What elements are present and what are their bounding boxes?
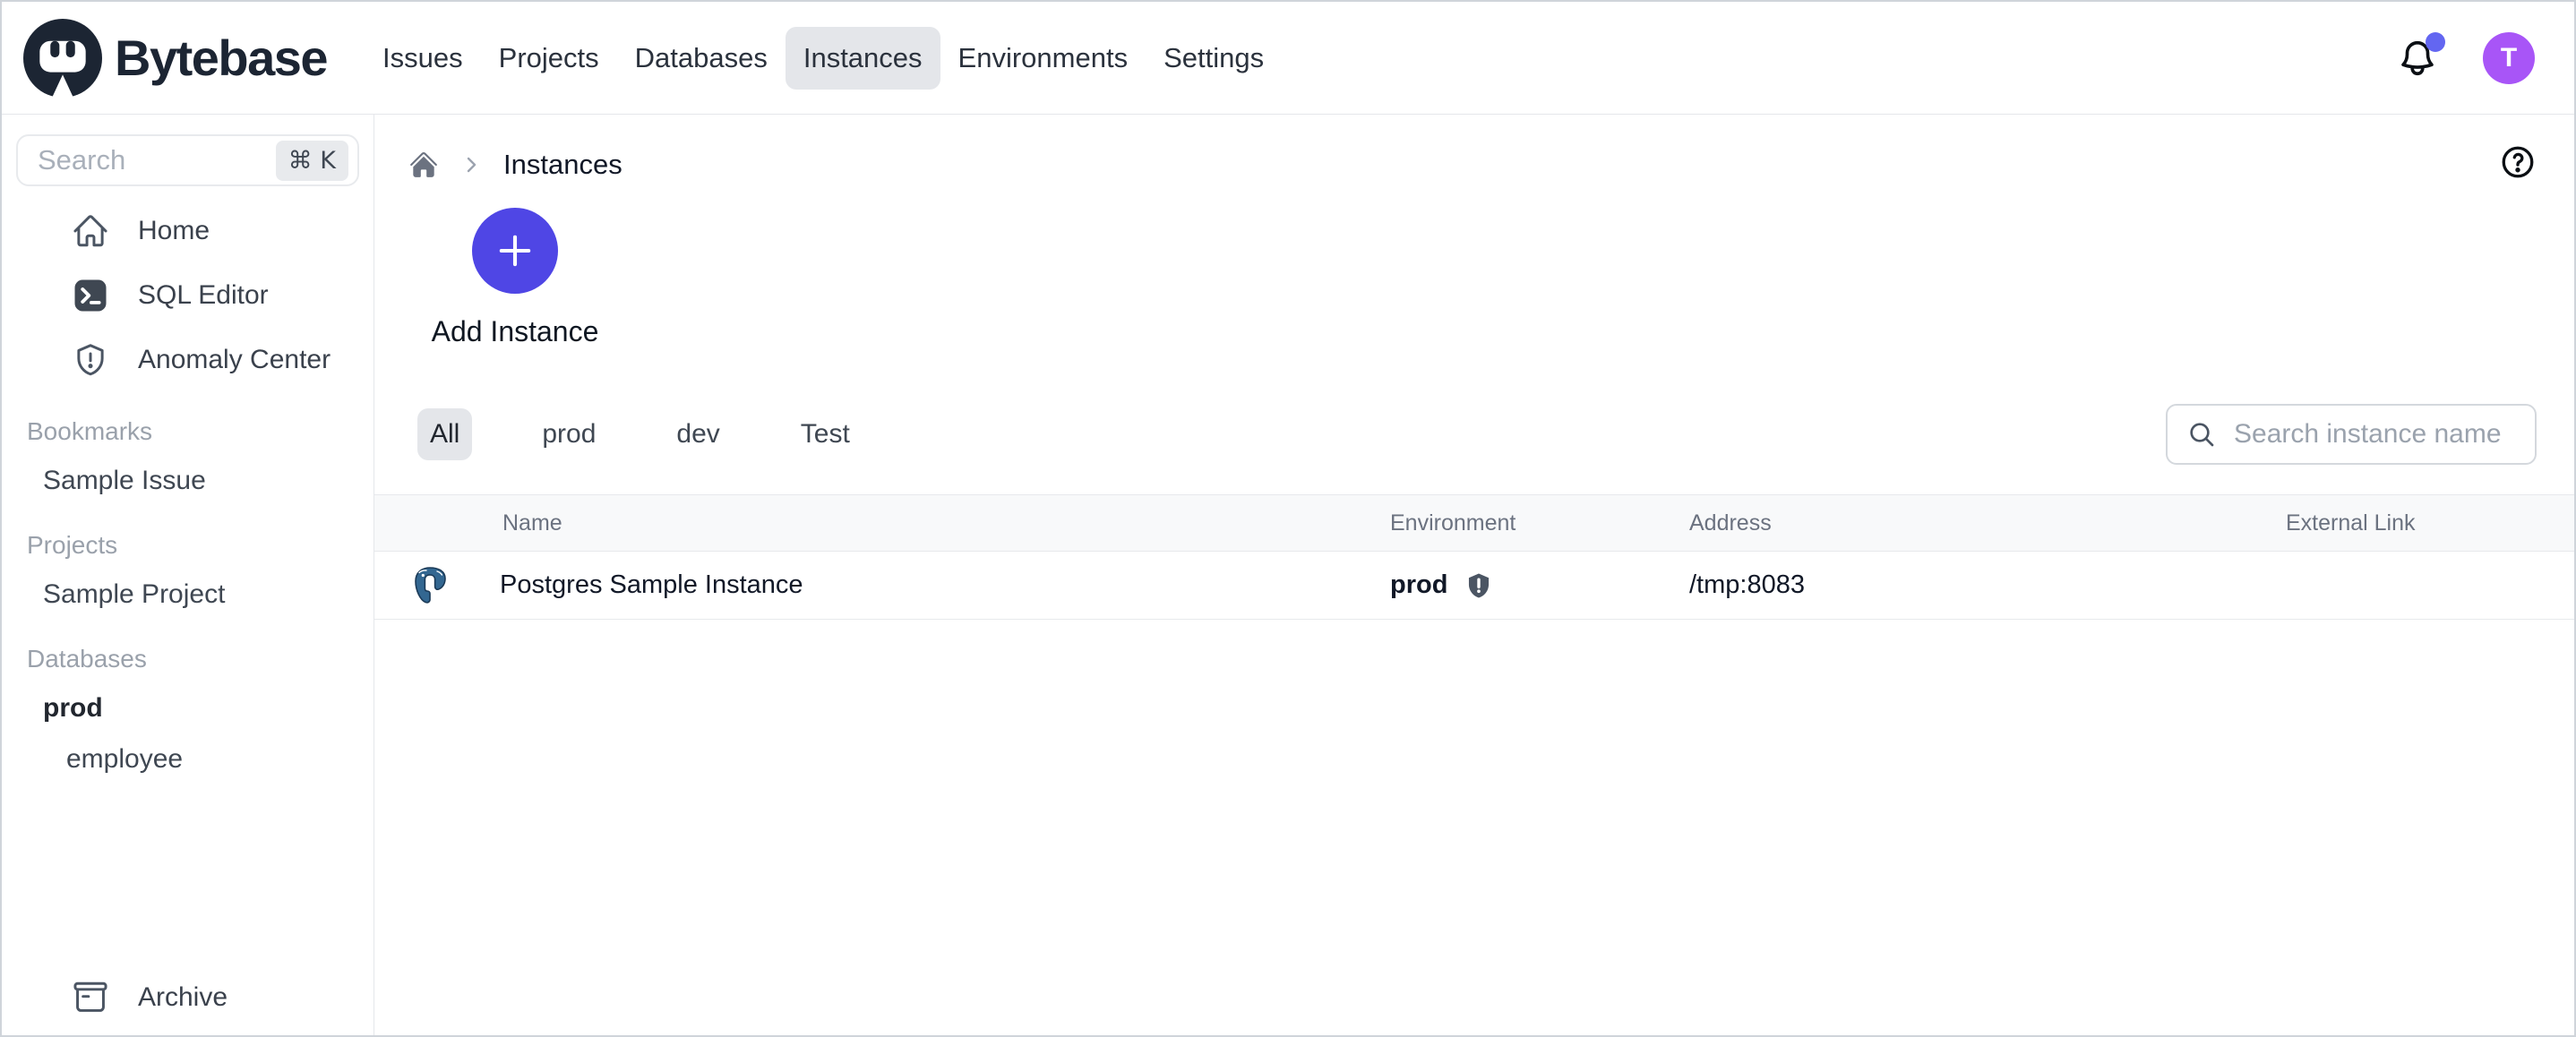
nav-instances[interactable]: Instances bbox=[786, 27, 940, 90]
nav-databases[interactable]: Databases bbox=[617, 27, 786, 90]
environment-name: prod bbox=[1390, 570, 1447, 600]
nav-issues[interactable]: Issues bbox=[365, 27, 481, 90]
add-instance-block: Add Instance bbox=[407, 208, 623, 348]
home-icon bbox=[72, 212, 109, 250]
nav-settings[interactable]: Settings bbox=[1146, 27, 1282, 90]
shield-alert-icon bbox=[72, 341, 109, 379]
search-shortcut-keycap: ⌘ K bbox=[276, 141, 348, 181]
instance-address-cell: /tmp:8083 bbox=[1689, 570, 2286, 600]
sidebar-section-databases: Databases bbox=[2, 636, 374, 682]
sidebar-section-projects: Projects bbox=[2, 522, 374, 569]
add-instance-button[interactable] bbox=[472, 208, 558, 294]
bytebase-logo-icon bbox=[23, 19, 102, 98]
env-tab-prod[interactable]: prod bbox=[531, 408, 606, 460]
instance-name: Postgres Sample Instance bbox=[500, 570, 803, 600]
postgresql-icon bbox=[412, 566, 448, 605]
sidebar-search-placeholder: Search bbox=[38, 144, 125, 176]
shield-protected-icon bbox=[1464, 570, 1494, 601]
sidebar-item-label: SQL Editor bbox=[138, 280, 269, 311]
sidebar-bookmark-sample-issue[interactable]: Sample Issue bbox=[2, 455, 374, 506]
bytebase-logo[interactable]: Bytebase bbox=[23, 19, 327, 98]
sidebar-section-bookmarks: Bookmarks bbox=[2, 408, 374, 455]
search-instance-placeholder: Search instance name bbox=[2234, 419, 2502, 450]
nav-environments[interactable]: Environments bbox=[940, 27, 1146, 90]
sidebar-item-label: Archive bbox=[138, 982, 228, 1013]
question-mark-circle-icon bbox=[2499, 143, 2537, 181]
main-content: Instances Add Instance bbox=[374, 115, 2574, 1035]
sidebar-spacer bbox=[2, 784, 374, 965]
sidebar-item-home[interactable]: Home bbox=[2, 199, 374, 263]
column-header-external-link: External Link bbox=[2286, 510, 2574, 536]
brand-name: Bytebase bbox=[115, 29, 327, 87]
chevron-right-icon bbox=[460, 154, 482, 176]
env-tab-all[interactable]: All bbox=[417, 408, 472, 460]
notification-bell-button[interactable] bbox=[2397, 38, 2438, 79]
sidebar-item-sql-editor[interactable]: SQL Editor bbox=[2, 263, 374, 328]
search-instance-input[interactable]: Search instance name bbox=[2166, 404, 2537, 465]
sidebar-item-label: Anomaly Center bbox=[138, 345, 331, 375]
add-instance-label: Add Instance bbox=[407, 315, 623, 348]
archive-box-icon bbox=[72, 979, 109, 1016]
column-header-environment: Environment bbox=[1390, 510, 1689, 536]
nav-projects[interactable]: Projects bbox=[481, 27, 617, 90]
column-header-address: Address bbox=[1689, 510, 2286, 536]
sidebar-item-label: Home bbox=[138, 216, 210, 246]
sidebar-database-env-prod[interactable]: prod bbox=[2, 682, 374, 733]
sidebar: Search ⌘ K Home SQL Editor bbox=[2, 115, 374, 1035]
breadcrumb-current: Instances bbox=[503, 149, 623, 181]
terminal-icon bbox=[72, 277, 109, 314]
topbar-right: T bbox=[2397, 32, 2535, 84]
column-header-name: Name bbox=[374, 510, 1390, 536]
breadcrumb: Instances bbox=[408, 149, 623, 181]
notification-dot bbox=[2426, 32, 2445, 52]
sidebar-item-archive[interactable]: Archive bbox=[2, 965, 374, 1030]
instance-table: Name Environment Address External Link bbox=[374, 494, 2574, 620]
instance-table-header: Name Environment Address External Link bbox=[374, 494, 2574, 552]
breadcrumb-home-icon[interactable] bbox=[408, 150, 439, 180]
filter-row: All prod dev Test Search instance name bbox=[417, 403, 2537, 466]
sidebar-item-anomaly-center[interactable]: Anomaly Center bbox=[2, 328, 374, 392]
search-icon bbox=[2187, 420, 2216, 449]
env-tab-dev[interactable]: dev bbox=[665, 408, 730, 460]
user-avatar[interactable]: T bbox=[2483, 32, 2535, 84]
top-navbar: Bytebase Issues Projects Databases Insta… bbox=[2, 2, 2574, 115]
env-tab-test[interactable]: Test bbox=[790, 408, 861, 460]
sidebar-search-input[interactable]: Search ⌘ K bbox=[16, 134, 359, 186]
instance-row[interactable]: Postgres Sample Instance prod /tmp:8083 bbox=[374, 552, 2574, 620]
instance-name-cell: Postgres Sample Instance bbox=[374, 566, 1390, 605]
help-button[interactable] bbox=[2499, 143, 2537, 181]
plus-icon bbox=[492, 227, 538, 274]
sidebar-database-employee[interactable]: employee bbox=[2, 733, 374, 784]
main-nav: Issues Projects Databases Instances Envi… bbox=[365, 27, 1282, 90]
sidebar-project-sample-project[interactable]: Sample Project bbox=[2, 569, 374, 620]
instance-environment-cell: prod bbox=[1390, 570, 1689, 601]
